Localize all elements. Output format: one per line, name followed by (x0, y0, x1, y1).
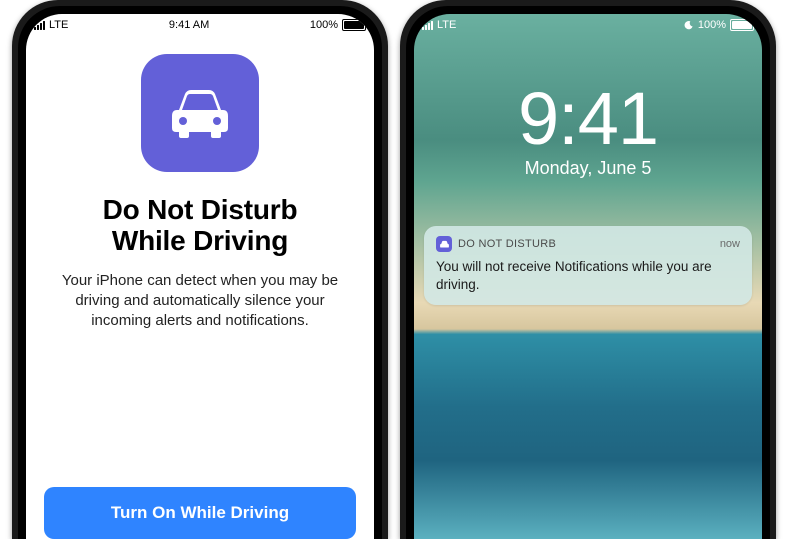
screen-left: LTE 9:41 AM 100% Do Not Disturb While Dr… (26, 14, 374, 539)
dnd-driving-app-icon (141, 54, 259, 172)
onboarding-body: Your iPhone can detect when you may be d… (46, 271, 354, 332)
notification-message: You will not receive Notifications while… (436, 258, 740, 293)
lock-clock-area: 9:41 Monday, June 5 (414, 82, 762, 179)
onboarding-content: Do Not Disturb While Driving Your iPhone… (26, 36, 374, 539)
signal-icon (34, 20, 45, 30)
notification-app-icon (436, 236, 452, 252)
lock-date: Monday, June 5 (414, 158, 762, 179)
car-icon (439, 240, 450, 249)
turn-on-while-driving-button[interactable]: Turn On While Driving (44, 487, 356, 539)
carrier-label: LTE (437, 19, 456, 31)
signal-icon (422, 20, 433, 30)
notification-header: DO NOT DISTURB now (436, 236, 740, 252)
battery-percent: 100% (310, 19, 338, 31)
carrier-label: LTE (49, 19, 68, 31)
status-time: 9:41 AM (169, 19, 209, 31)
onboarding-heading: Do Not Disturb While Driving (103, 194, 298, 257)
notification-timestamp: now (720, 238, 740, 250)
car-icon (165, 88, 235, 138)
battery-icon (342, 19, 366, 31)
do-not-disturb-icon (683, 20, 694, 31)
battery-percent: 100% (698, 19, 726, 31)
lock-time: 9:41 (414, 82, 762, 156)
notification-card[interactable]: DO NOT DISTURB now You will not receive … (424, 226, 752, 305)
notification-app-name: DO NOT DISTURB (458, 238, 714, 250)
phone-device-right: LTE 100% 9:41 Monday, June 5 (400, 0, 776, 539)
battery-icon (730, 19, 754, 31)
lock-screen: LTE 100% 9:41 Monday, June 5 (414, 14, 762, 539)
phone-device-left: LTE 9:41 AM 100% Do Not Disturb While Dr… (12, 0, 388, 539)
status-bar: LTE 100% (414, 14, 762, 36)
status-bar: LTE 9:41 AM 100% (26, 14, 374, 36)
